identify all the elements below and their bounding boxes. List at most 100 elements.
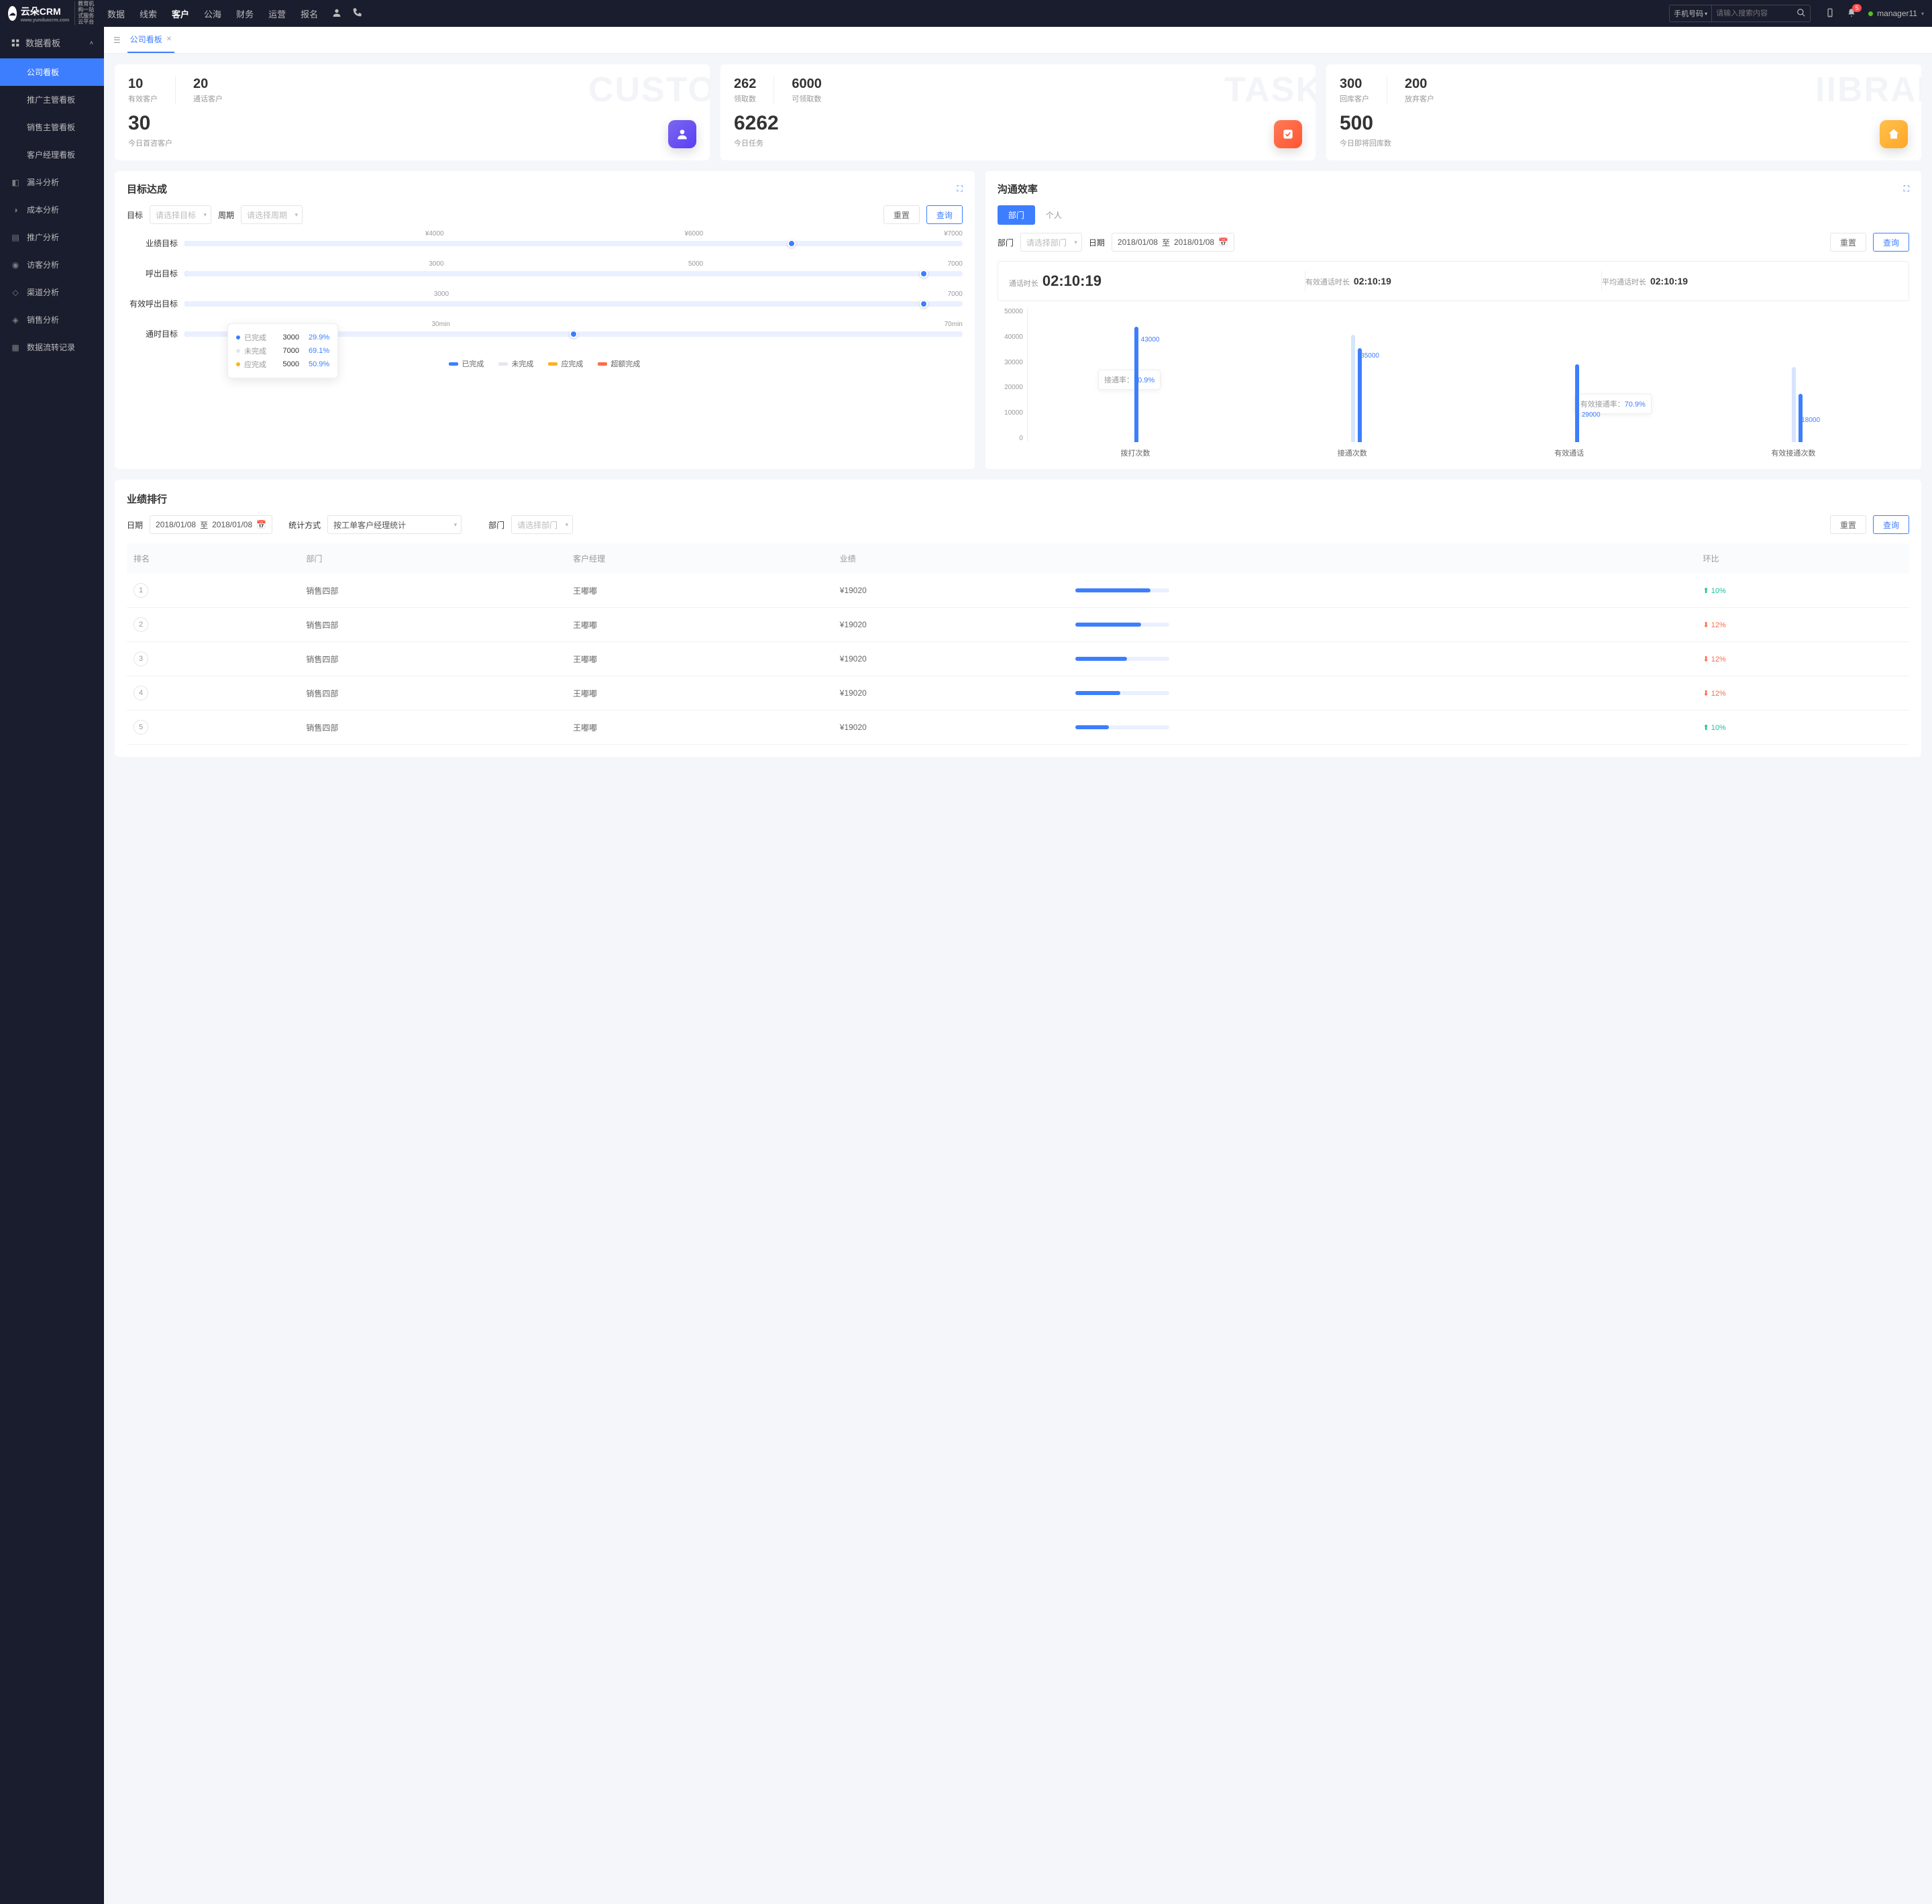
legend-item: 已完成 [449,358,484,369]
sidebar-link-6[interactable]: ▦数据流转记录 [0,333,104,361]
hamburger-icon[interactable]: ☰ [113,36,121,45]
rank-panel: 业绩排行 日期 2018/01/08 至 2018/01/08 📅 统计方式 按… [115,480,1921,757]
eff-reset-button[interactable]: 重置 [1830,233,1866,252]
sidebar-link-1[interactable]: ◑成本分析 [0,196,104,223]
sidebar-group-header[interactable]: 数据看板 ˄ [0,27,104,58]
stat-card: CUSTO10有效客户20通话客户30今日首咨客户 [115,64,710,160]
goal-row: 有效呼出目标30007000 [127,298,963,309]
search-button[interactable] [1792,5,1810,21]
bar-group: 29000 [1575,364,1579,442]
user-icon[interactable] [331,7,342,20]
stat-card: IIBRAI300回库客户200放弃客户500今日即将回库数 [1326,64,1921,160]
sidebar: 数据看板 ˄ 公司看板推广主管看板销售主管看板客户经理看板 ◧漏斗分析◑成本分析… [0,27,104,1904]
eff-summary-item: 平均通话时长02:10:19 [1602,276,1898,287]
goal-panel: 目标达成 ⛶ 目标 请选择目标 周期 请选择周期 重置 查询 已完成300029… [115,171,975,469]
goal-row: 业绩目标¥4000¥6000¥7000 [127,237,963,249]
rank-table: 排名部门客户经理业绩环比 1销售四部王嘟嘟¥19020⬆ 10%2销售四部王嘟嘟… [127,543,1909,745]
eff-bar-chart: 50000400003000020000100000 接通率：70.9% 有效接… [998,308,1909,442]
rank-date-range[interactable]: 2018/01/08 至 2018/01/08 📅 [150,515,272,534]
table-row: 1销售四部王嘟嘟¥19020⬆ 10% [127,574,1909,608]
calendar-icon: 📅 [1218,237,1228,247]
topbar-right: 5 manager11 ▾ [1825,8,1924,19]
tabs-bar: ☰ 公司看板 ✕ [104,27,1932,54]
stat-icon [668,120,696,148]
bar-group: 35000 [1351,335,1362,442]
topnav-线索[interactable]: 线索 [140,1,157,27]
main: ☰ 公司看板 ✕ CUSTO10有效客户20通话客户30今日首咨客户TASK26… [104,27,1932,1904]
rank-method-select[interactable]: 按工单客户经理统计 [327,515,462,534]
stat-card: TASK262领取数6000可领取数6262今日任务 [720,64,1316,160]
eff-date-range[interactable]: 2018/01/08 至 2018/01/08 📅 [1112,233,1234,252]
eff-query-button[interactable]: 查询 [1873,233,1909,252]
table-row: 2销售四部王嘟嘟¥19020⬇ 12% [127,608,1909,642]
rank-dept-select[interactable]: 请选择部门 [511,515,573,534]
top-extra-icons [331,7,362,20]
topnav: 数据线索客户公海财务运营报名 [107,1,318,27]
search-input[interactable] [1712,9,1792,17]
search: 手机号码 ▾ [1669,5,1811,22]
eff-tab-0[interactable]: 部门 [998,205,1035,225]
legend-item: 未完成 [498,358,533,369]
brand-name: 云朵CRM [21,5,69,18]
rank-query-button[interactable]: 查询 [1873,515,1909,534]
sidebar-link-3[interactable]: ◉访客分析 [0,251,104,278]
notif-badge: 5 [1852,4,1862,12]
eff-dept-select[interactable]: 请选择部门 [1020,233,1082,252]
sidebar-link-2[interactable]: ▤推广分析 [0,223,104,251]
rank-reset-button[interactable]: 重置 [1830,515,1866,534]
brand-domain: www.yunduocrm.com [21,18,69,23]
expand-icon[interactable]: ⛶ [957,184,962,194]
table-row: 5销售四部王嘟嘟¥19020⬆ 10% [127,710,1909,745]
topnav-报名[interactable]: 报名 [301,1,318,27]
goal-target-select[interactable]: 请选择目标 [150,205,211,224]
eff-summary: 通话时长02:10:19有效通话时长02:10:19平均通话时长02:10:19 [998,261,1909,301]
eff-title: 沟通效率 [998,182,1038,196]
sidebar-item-3[interactable]: 客户经理看板 [0,141,104,168]
close-icon[interactable]: ✕ [166,36,172,43]
sidebar-item-1[interactable]: 推广主管看板 [0,86,104,113]
connect-rate-callout: 接通率：70.9% [1098,370,1161,390]
sidebar-link-4[interactable]: ◇渠道分析 [0,278,104,306]
table-row: 4销售四部王嘟嘟¥19020⬇ 12% [127,676,1909,710]
goal-query-button[interactable]: 查询 [926,205,963,224]
goal-reset-button[interactable]: 重置 [883,205,920,224]
efficiency-panel: 沟通效率 ⛶ 部门个人 部门 请选择部门 日期 2018/01/08 至 201… [985,171,1921,469]
status-dot [1868,11,1873,16]
phone-icon[interactable] [352,7,362,20]
tab-company-board[interactable]: 公司看板 ✕ [127,27,174,53]
stat-icon [1880,120,1908,148]
goal-tooltip: 已完成300029.9%未完成700069.1%应完成500050.9% [227,323,338,378]
topbar: ☁ 云朵CRM www.yunduocrm.com 教育机构一站 式服务云平台 … [0,0,1932,27]
chevron-up-icon: ˄ [90,40,93,46]
topnav-运营[interactable]: 运营 [268,1,286,27]
calendar-icon: 📅 [256,520,266,529]
table-row: 3销售四部王嘟嘟¥19020⬇ 12% [127,642,1909,676]
topnav-数据[interactable]: 数据 [107,1,125,27]
sidebar-item-0[interactable]: 公司看板 [0,58,104,86]
expand-icon[interactable]: ⛶ [1904,184,1909,194]
search-type-select[interactable]: 手机号码 ▾ [1670,5,1712,21]
sidebar-link-5[interactable]: ◈销售分析 [0,306,104,333]
rank-title: 业绩排行 [127,492,1909,506]
logo-icon: ☁ [8,6,17,21]
eff-summary-item: 有效通话时长02:10:19 [1305,276,1601,287]
goal-row: 呼出目标300050007000 [127,268,963,279]
sidebar-link-0[interactable]: ◧漏斗分析 [0,168,104,196]
logo: ☁ 云朵CRM www.yunduocrm.com 教育机构一站 式服务云平台 [8,1,97,25]
bell-icon[interactable]: 5 [1847,8,1856,19]
bar-group: 43000 [1134,327,1138,442]
eff-summary-item: 通话时长02:10:19 [1009,272,1305,290]
stat-icon [1274,120,1302,148]
stat-row: CUSTO10有效客户20通话客户30今日首咨客户TASK262领取数6000可… [115,64,1921,160]
eff-tab-1[interactable]: 个人 [1035,205,1073,225]
topnav-客户[interactable]: 客户 [172,1,189,27]
sidebar-item-2[interactable]: 销售主管看板 [0,113,104,141]
legend-item: 应完成 [548,358,583,369]
user-menu[interactable]: manager11 ▾ [1868,9,1924,18]
mobile-icon[interactable] [1825,8,1835,19]
topnav-财务[interactable]: 财务 [236,1,254,27]
eff-scope-tabs: 部门个人 [998,205,1909,225]
goal-period-select[interactable]: 请选择周期 [241,205,303,224]
goal-title: 目标达成 [127,182,167,196]
topnav-公海[interactable]: 公海 [204,1,221,27]
